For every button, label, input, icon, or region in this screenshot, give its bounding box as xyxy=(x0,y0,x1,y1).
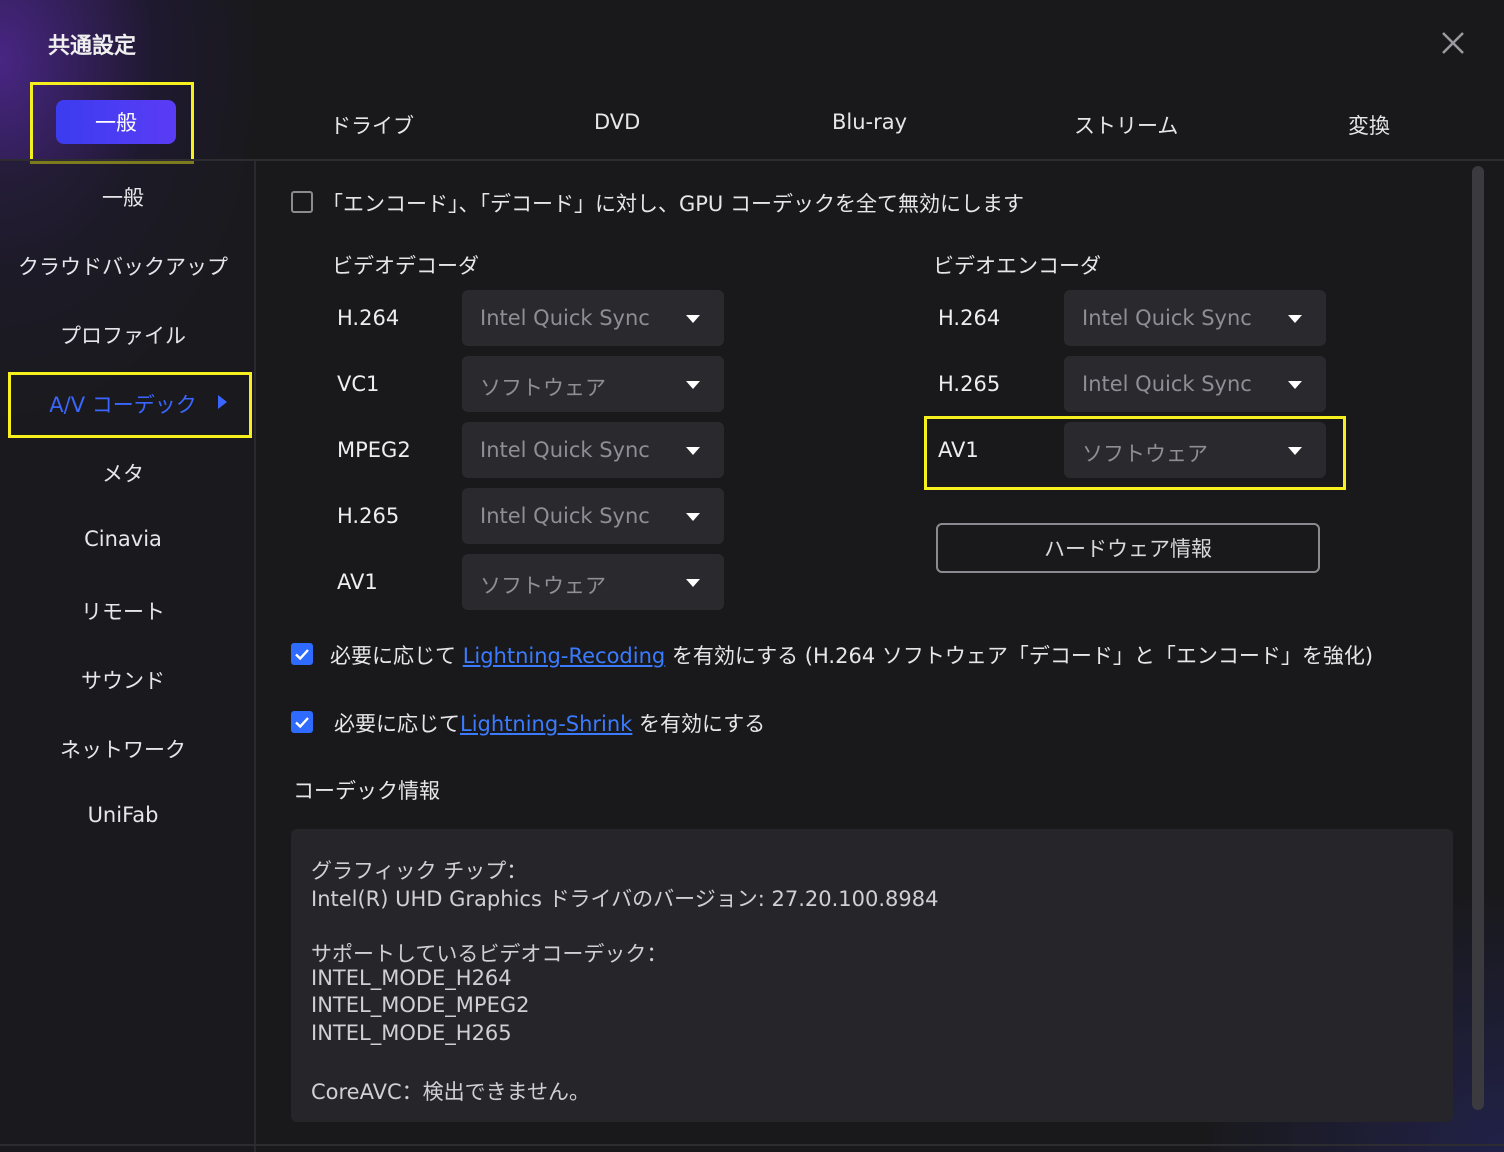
lightning-shrink-prefix: 必要に応じて xyxy=(334,712,460,736)
encoder-h265-select[interactable]: Intel Quick Sync xyxy=(1064,356,1326,412)
hardware-info-button[interactable]: ハードウェア情報 xyxy=(936,523,1320,573)
info-line: グラフィック チップ： xyxy=(311,859,528,883)
chevron-down-icon xyxy=(686,381,700,389)
chevron-down-icon xyxy=(1288,447,1302,455)
sidebar xyxy=(0,161,256,1152)
select-value: Intel Quick Sync xyxy=(1082,372,1252,396)
video-decoder-title: ビデオデコーダ xyxy=(332,254,479,278)
decoder-h264-select[interactable]: Intel Quick Sync xyxy=(462,290,724,346)
tab-drive[interactable]: ドライブ xyxy=(330,110,414,140)
lightning-recoding-suffix: を有効にする (H.264 ソフトウェア「デコード」と「エンコード」を強化) xyxy=(671,644,1374,668)
chevron-down-icon xyxy=(686,513,700,521)
encoder-av1-select[interactable]: ソフトウェア xyxy=(1064,422,1326,478)
sidebar-item-sound[interactable]: サウンド xyxy=(0,665,246,695)
chevron-down-icon xyxy=(686,579,700,587)
tab-dvd[interactable]: DVD xyxy=(594,110,640,134)
info-line: INTEL_MODE_H265 xyxy=(311,1021,512,1045)
sidebar-item-cloud-backup[interactable]: クラウドバックアップ xyxy=(0,251,246,281)
info-line: INTEL_MODE_H264 xyxy=(311,966,512,990)
decoder-codec-label: AV1 xyxy=(337,570,378,594)
disable-gpu-label: 「エンコード」、「デコード」に対し、GPU コーデックを全て無効にします xyxy=(322,192,1024,216)
encoder-codec-label: H.265 xyxy=(938,372,1001,396)
decoder-h265-select[interactable]: Intel Quick Sync xyxy=(462,488,724,544)
info-line: INTEL_MODE_MPEG2 xyxy=(311,993,530,1017)
lightning-recoding-link[interactable]: Lightning-Recoding xyxy=(463,644,666,668)
info-line: サポートしているビデオコーデック： xyxy=(311,942,668,966)
lightning-shrink-label: 必要に応じてLightning-Shrink を有効にする xyxy=(334,708,765,738)
lightning-shrink-link[interactable]: Lightning-Shrink xyxy=(460,712,632,736)
info-line: Intel(R) UHD Graphics ドライバのバージョン: 27.20.… xyxy=(311,887,939,911)
lightning-recoding-checkbox[interactable] xyxy=(291,643,313,665)
sidebar-item-remote[interactable]: リモート xyxy=(0,596,246,626)
lightning-shrink-suffix: を有効にする xyxy=(639,712,766,736)
select-value: ソフトウェア xyxy=(1082,442,1208,466)
select-value: Intel Quick Sync xyxy=(480,504,650,528)
video-encoder-title: ビデオエンコーダ xyxy=(933,254,1101,278)
sidebar-item-unifab[interactable]: UniFab xyxy=(0,803,246,827)
chevron-down-icon xyxy=(1288,315,1302,323)
encoder-h264-select[interactable]: Intel Quick Sync xyxy=(1064,290,1326,346)
settings-window: 共通設定 一般 ドライブ DVD Blu-ray ストリーム 変換 一般 クラウ… xyxy=(0,0,1504,1152)
select-value: Intel Quick Sync xyxy=(1082,306,1252,330)
check-icon xyxy=(295,649,309,661)
encoder-codec-label: H.264 xyxy=(938,306,1001,330)
window-title: 共通設定 xyxy=(48,34,137,59)
sidebar-item-general[interactable]: 一般 xyxy=(0,182,246,212)
decoder-vc1-select[interactable]: ソフトウェア xyxy=(462,356,724,412)
decoder-av1-select[interactable]: ソフトウェア xyxy=(462,554,724,610)
sidebar-item-cinavia[interactable]: Cinavia xyxy=(0,527,246,551)
tab-bluray[interactable]: Blu-ray xyxy=(832,110,907,134)
sidebar-item-av-codec[interactable]: A/V コーデック xyxy=(0,389,246,419)
sidebar-item-profile[interactable]: プロファイル xyxy=(0,320,246,350)
decoder-codec-label: VC1 xyxy=(337,372,380,396)
scrollbar[interactable] xyxy=(1472,166,1484,1110)
sidebar-item-meta[interactable]: メタ xyxy=(0,458,246,488)
encoder-codec-label: AV1 xyxy=(938,438,979,462)
info-line: CoreAVC：検出できません。 xyxy=(311,1080,591,1104)
decoder-codec-label: H.265 xyxy=(337,504,400,528)
select-value: Intel Quick Sync xyxy=(480,438,650,462)
tab-convert[interactable]: 変換 xyxy=(1348,110,1390,140)
chevron-right-icon xyxy=(218,395,227,409)
chevron-down-icon xyxy=(686,447,700,455)
lightning-shrink-checkbox[interactable] xyxy=(291,711,313,733)
sidebar-item-network[interactable]: ネットワーク xyxy=(0,734,246,764)
decoder-mpeg2-select[interactable]: Intel Quick Sync xyxy=(462,422,724,478)
chevron-down-icon xyxy=(686,315,700,323)
lightning-recoding-prefix: 必要に応じて xyxy=(330,644,456,668)
lightning-recoding-label: 必要に応じて Lightning-Recoding を有効にする (H.264 … xyxy=(330,640,1373,670)
chevron-down-icon xyxy=(1288,381,1302,389)
tab-general[interactable]: 一般 xyxy=(56,100,176,144)
check-icon xyxy=(295,717,309,729)
close-icon[interactable] xyxy=(1436,26,1470,60)
select-value: ソフトウェア xyxy=(480,376,606,400)
tab-stream[interactable]: ストリーム xyxy=(1074,110,1178,140)
disable-gpu-checkbox[interactable] xyxy=(291,191,313,213)
decoder-codec-label: H.264 xyxy=(337,306,400,330)
bottom-divider xyxy=(0,1144,1504,1146)
select-value: Intel Quick Sync xyxy=(480,306,650,330)
codec-info-panel: グラフィック チップ： Intel(R) UHD Graphics ドライバのバ… xyxy=(291,829,1453,1122)
decoder-codec-label: MPEG2 xyxy=(337,438,411,462)
select-value: ソフトウェア xyxy=(480,574,606,598)
codec-info-title: コーデック情報 xyxy=(293,779,440,803)
